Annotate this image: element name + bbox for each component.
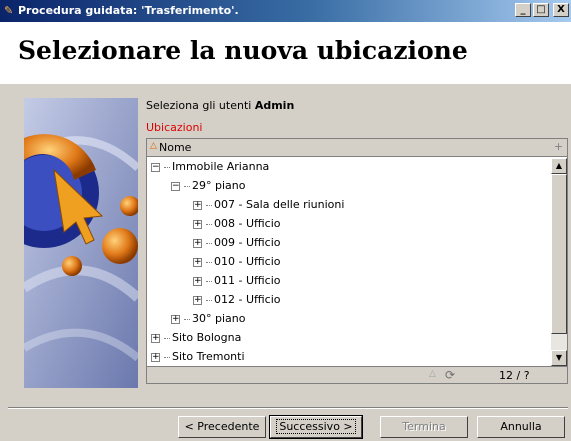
expand-icon[interactable]: +	[151, 352, 160, 362]
expand-icon[interactable]: +	[171, 314, 180, 324]
tree-row[interactable]: +007 - Sala delle riunioni	[193, 196, 344, 214]
tree-row-label: 30° piano	[192, 312, 246, 325]
tree-row[interactable]: +011 - Ufficio	[193, 272, 280, 290]
next-button[interactable]: Successivo >	[269, 415, 363, 439]
tree-row[interactable]: +30° piano	[171, 310, 245, 328]
vertical-scrollbar[interactable]: ▲ ▼	[551, 158, 567, 366]
tree-row[interactable]: +008 - Ufficio	[193, 215, 280, 233]
tree-row-label: 012 - Ufficio	[214, 293, 281, 306]
tree-body: − Immobile Arianna − 29° piano +007 - Sala…	[147, 158, 551, 366]
tree-row[interactable]: +012 - Ufficio	[193, 291, 280, 309]
column-header-name[interactable]: △ Nome +	[147, 139, 567, 157]
collapse-icon[interactable]: −	[151, 162, 160, 172]
tree-row-label: Sito Bologna	[172, 331, 242, 344]
collapse-icon[interactable]: −	[171, 181, 180, 191]
locations-tree[interactable]: △ Nome + − Immobile Arianna − 29° piano +0…	[146, 138, 568, 384]
column-header-label: Nome	[159, 141, 192, 154]
tree-row-label: 008 - Ufficio	[214, 217, 281, 230]
footer-separator	[8, 407, 568, 409]
next-button-label: Successivo >	[276, 419, 356, 434]
tree-row[interactable]: +010 - Ufficio	[193, 253, 280, 271]
wizard-icon: ✎	[4, 4, 14, 17]
refresh-icon[interactable]: ⟳	[445, 368, 455, 382]
tree-row-label: Immobile Arianna	[172, 160, 270, 173]
add-column-icon[interactable]: +	[552, 141, 565, 154]
instruction-user: Admin	[254, 99, 295, 112]
scroll-up-button[interactable]: ▲	[551, 158, 567, 174]
tree-row[interactable]: − Immobile Arianna	[151, 158, 269, 176]
title-bar: ✎ Procedura guidata: 'Trasferimento'. _ …	[0, 0, 571, 22]
tree-row[interactable]: − 29° piano	[171, 177, 245, 195]
expand-icon[interactable]: +	[193, 238, 202, 248]
window-title: Procedura guidata: 'Trasferimento'.	[18, 4, 239, 17]
expand-icon[interactable]: +	[193, 276, 202, 286]
sort-indicator-icon: △	[429, 369, 436, 379]
instruction-prefix: Seleziona gli utenti	[146, 99, 252, 112]
wizard-graphic-icon	[24, 98, 138, 388]
scroll-thumb[interactable]	[551, 174, 567, 334]
cancel-button[interactable]: Annulla	[477, 416, 565, 438]
page-title: Selezionare la nuova ubicazione	[18, 36, 468, 65]
tree-row-label: 010 - Ufficio	[214, 255, 281, 268]
tree-row[interactable]: + Sito Tremonti	[151, 348, 245, 366]
tree-row-label: 29° piano	[192, 179, 246, 192]
expand-icon[interactable]: +	[151, 333, 160, 343]
expand-icon[interactable]: +	[193, 295, 202, 305]
minimize-button[interactable]: _	[515, 3, 531, 17]
sort-ascending-icon: △	[150, 141, 157, 151]
instruction-text: Seleziona gli utenti Admin	[146, 99, 294, 112]
locations-label: Ubicazioni	[146, 121, 203, 134]
tree-row-label: 007 - Sala delle riunioni	[214, 198, 345, 211]
tree-status-bar: △ ⟳ 12 / ?	[147, 366, 567, 383]
page-header: Selezionare la nuova ubicazione	[0, 22, 571, 84]
tree-row-label: 011 - Ufficio	[214, 274, 281, 287]
close-button[interactable]: X	[553, 3, 569, 17]
maximize-button[interactable]: □	[533, 3, 549, 17]
record-count: 12 / ?	[499, 369, 530, 382]
tree-row-label: Sito Tremonti	[172, 350, 245, 363]
expand-icon[interactable]: +	[193, 200, 202, 210]
expand-icon[interactable]: +	[193, 257, 202, 267]
wizard-graphic	[24, 98, 138, 388]
scroll-down-button[interactable]: ▼	[551, 350, 567, 366]
previous-button[interactable]: < Precedente	[178, 416, 266, 438]
tree-row[interactable]: + Sito Bologna	[151, 329, 241, 347]
expand-icon[interactable]: +	[193, 219, 202, 229]
tree-row-label: 009 - Ufficio	[214, 236, 281, 249]
tree-row[interactable]: +009 - Ufficio	[193, 234, 280, 252]
finish-button[interactable]: Termina	[380, 416, 468, 438]
